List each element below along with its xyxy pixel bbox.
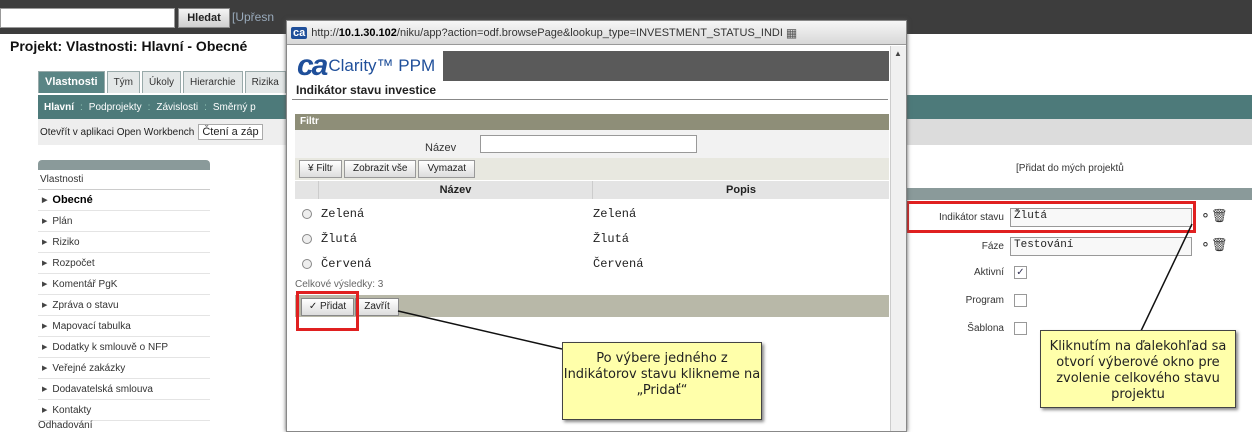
callout-line-left (397, 310, 563, 350)
callout-line-right (1139, 223, 1193, 334)
annotation-note-binoculars: Kliknutím na ďalekohľad sa otvorí výbero… (1040, 330, 1236, 408)
annotation-note-add: Po výbere jedného z Indikátorov stavu kl… (562, 342, 762, 420)
